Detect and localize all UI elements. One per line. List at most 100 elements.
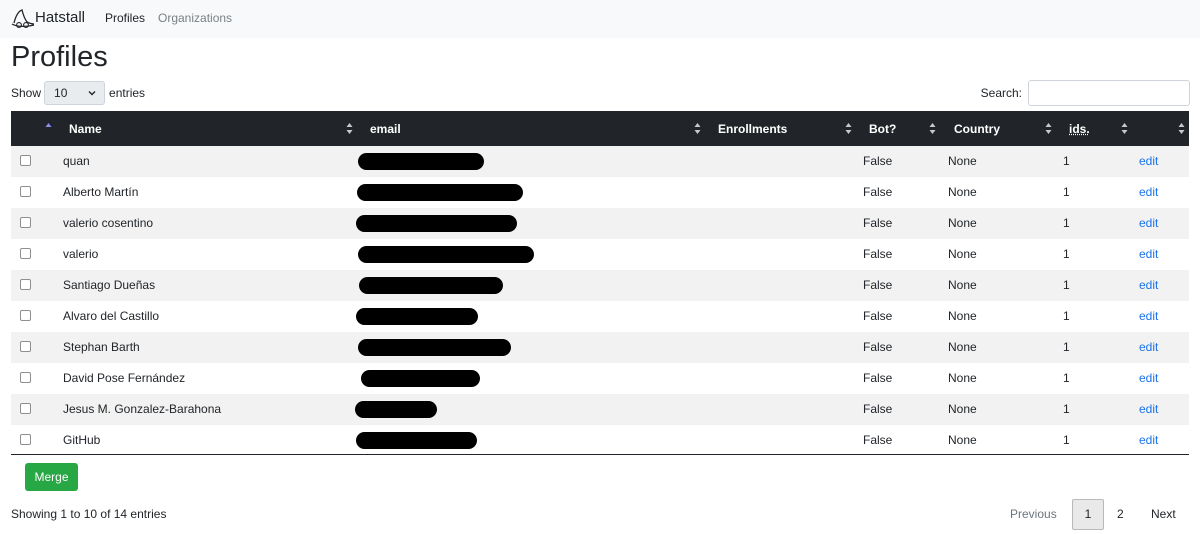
country-value: None — [948, 402, 977, 416]
nav-link-organizations[interactable]: Organizations — [158, 11, 232, 25]
ids-value: 1 — [1063, 185, 1070, 199]
country-value: None — [948, 371, 977, 385]
column-header-enrollments[interactable]: Enrollments — [718, 111, 787, 146]
redacted-email — [357, 184, 523, 201]
ids-value: 1 — [1063, 154, 1070, 168]
redacted-email — [359, 277, 503, 294]
redacted-email — [356, 432, 477, 449]
edit-link[interactable]: edit — [1139, 239, 1158, 270]
pagination-page-2[interactable]: 2 — [1117, 499, 1124, 530]
table-row: David Pose Fernández False None 1 edit — [11, 363, 1189, 394]
profile-name: David Pose Fernández — [63, 371, 186, 385]
edit-link[interactable]: edit — [1139, 177, 1158, 208]
hat-icon — [11, 9, 35, 28]
country-value: None — [948, 154, 977, 168]
sort-arrows-icon[interactable] — [929, 122, 936, 135]
bot-value: False — [863, 371, 893, 385]
column-header-ids[interactable]: ids. — [1069, 111, 1090, 146]
profile-name: Jesus M. Gonzalez-Barahona — [63, 402, 222, 416]
ids-value: 1 — [1063, 402, 1070, 416]
row-select-checkbox[interactable] — [20, 341, 31, 352]
bot-value: False — [863, 402, 893, 416]
page-title: Profiles — [11, 41, 108, 73]
table-row: Santiago Dueñas False None 1 edit — [11, 270, 1189, 301]
bot-value: False — [863, 216, 893, 230]
pagination-page-1[interactable]: 1 — [1072, 499, 1104, 530]
country-value: None — [948, 247, 977, 261]
table-bottom-border — [11, 454, 1189, 455]
edit-link[interactable]: edit — [1139, 270, 1158, 301]
row-select-checkbox[interactable] — [20, 217, 31, 228]
profile-name: quan — [63, 154, 90, 168]
edit-link[interactable]: edit — [1139, 301, 1158, 332]
table-row: Stephan Barth False None 1 edit — [11, 332, 1189, 363]
country-value: None — [948, 340, 977, 354]
country-value: None — [948, 278, 977, 292]
ids-value: 1 — [1063, 309, 1070, 323]
edit-link[interactable]: edit — [1139, 394, 1158, 425]
bot-value: False — [863, 340, 893, 354]
sort-arrows-icon[interactable] — [1178, 122, 1185, 135]
nav-link-profiles[interactable]: Profiles — [105, 11, 145, 25]
edit-link[interactable]: edit — [1139, 208, 1158, 239]
table-row: valerio False None 1 edit — [11, 239, 1189, 270]
search-control: Search: — [981, 80, 1190, 106]
profiles-table: Name email Enrollments Bot? Country ids.… — [11, 111, 1189, 456]
ids-value: 1 — [1063, 216, 1070, 230]
sort-arrows-icon[interactable] — [845, 122, 852, 135]
redacted-email — [358, 246, 534, 263]
search-input[interactable] — [1028, 80, 1190, 106]
pagination-next[interactable]: Next — [1151, 499, 1176, 530]
sort-arrows-icon[interactable] — [1045, 122, 1052, 135]
row-select-checkbox[interactable] — [20, 248, 31, 259]
column-header-country[interactable]: Country — [954, 111, 1000, 146]
bot-value: False — [863, 247, 893, 261]
entries-per-page-value: 10 — [54, 86, 68, 100]
profile-name: Alberto Martín — [63, 185, 139, 199]
table-row: Jesus M. Gonzalez-Barahona False None 1 … — [11, 394, 1189, 425]
brand-name: Hatstall — [35, 9, 86, 26]
column-header-name[interactable]: Name — [69, 111, 102, 146]
table-info: Showing 1 to 10 of 14 entries — [11, 507, 167, 521]
row-select-checkbox[interactable] — [20, 434, 31, 445]
row-select-checkbox[interactable] — [20, 310, 31, 321]
column-header-email[interactable]: email — [370, 111, 401, 146]
sort-arrows-icon[interactable] — [346, 122, 353, 135]
pagination-previous[interactable]: Previous — [1010, 499, 1057, 530]
redacted-email — [356, 215, 517, 232]
bot-value: False — [863, 278, 893, 292]
bot-value: False — [863, 309, 893, 323]
table-row: Alberto Martín False None 1 edit — [11, 177, 1189, 208]
profile-name: Santiago Dueñas — [63, 278, 156, 292]
edit-link[interactable]: edit — [1139, 146, 1158, 177]
redacted-email — [358, 339, 511, 356]
table-row: quan False None 1 edit — [11, 146, 1189, 177]
country-value: None — [948, 433, 977, 447]
edit-link[interactable]: edit — [1139, 363, 1158, 394]
merge-button[interactable]: Merge — [25, 463, 78, 491]
sort-asc-icon[interactable] — [45, 122, 52, 135]
edit-link[interactable]: edit — [1139, 332, 1158, 363]
ids-value: 1 — [1063, 371, 1070, 385]
ids-value: 1 — [1063, 340, 1070, 354]
profile-name: Alvaro del Castillo — [63, 309, 160, 323]
row-select-checkbox[interactable] — [20, 279, 31, 290]
redacted-email — [356, 308, 478, 325]
table-row: valerio cosentino False None 1 edit — [11, 208, 1189, 239]
entries-label: entries — [109, 86, 146, 100]
entries-per-page-select[interactable]: 10 — [44, 81, 106, 105]
row-select-checkbox[interactable] — [20, 372, 31, 383]
row-select-checkbox[interactable] — [20, 155, 31, 166]
row-select-checkbox[interactable] — [20, 186, 31, 197]
sort-arrows-icon[interactable] — [694, 122, 701, 135]
row-select-checkbox[interactable] — [20, 403, 31, 414]
table-row: GitHub False None 1 edit — [11, 425, 1189, 456]
sort-arrows-icon[interactable] — [1121, 122, 1128, 135]
country-value: None — [948, 309, 977, 323]
brand[interactable]: Hatstall — [11, 7, 85, 29]
country-value: None — [948, 185, 977, 199]
bot-value: False — [863, 154, 893, 168]
edit-link[interactable]: edit — [1139, 425, 1158, 456]
bot-value: False — [863, 185, 893, 199]
column-header-bot[interactable]: Bot? — [869, 111, 896, 146]
